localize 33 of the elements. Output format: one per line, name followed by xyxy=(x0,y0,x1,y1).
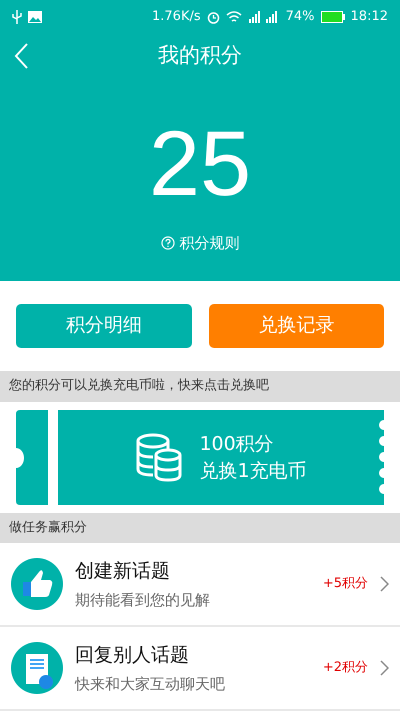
task-title: 回复别人话题 xyxy=(75,642,190,668)
reward-points: +2积分 xyxy=(322,659,368,678)
task-row[interactable]: 回复别人话题 快来和大家互动聊天吧 +2积分 xyxy=(0,627,400,711)
coupon-points: 100积分 xyxy=(199,432,275,457)
help-icon xyxy=(160,236,174,250)
signal-icon xyxy=(248,11,280,23)
usb-icon xyxy=(12,10,22,24)
document-icon xyxy=(11,642,63,694)
task-subtitle: 快来和大家互动聊天吧 xyxy=(75,674,226,695)
task-title: 创建新话题 xyxy=(75,558,171,584)
coupon-reward: 兑换1充电币 xyxy=(199,458,307,484)
coins-icon xyxy=(135,432,184,483)
image-icon xyxy=(28,11,42,23)
tab-button[interactable]: 积分明细 xyxy=(16,304,192,348)
points-rules-link[interactable]: 积分规则 xyxy=(160,232,240,254)
battery-percent: 74% xyxy=(286,8,315,26)
notice-bar: 您的积分可以兑换充电币啦，快来点击兑换吧 xyxy=(0,370,400,402)
tab-button[interactable]: 兑换记录 xyxy=(208,304,384,348)
page-title: 我的积分 xyxy=(158,42,242,70)
thumbs-up-icon xyxy=(11,558,63,610)
coupon-ticket[interactable] xyxy=(16,410,384,506)
task-subtitle: 期待能看到您的见解 xyxy=(75,590,211,611)
reward-points: +5积分 xyxy=(322,575,368,594)
task-row[interactable]: 创建新话题 期待能看到您的见解 +5积分 xyxy=(0,543,400,627)
clock: 18:12 xyxy=(350,8,388,26)
points-value: 25 xyxy=(148,114,252,214)
battery-icon xyxy=(320,11,345,23)
wifi-icon xyxy=(226,11,242,23)
chevron-right-icon xyxy=(380,576,389,592)
alarm-icon xyxy=(206,10,220,24)
section-header: 做任务赢积分 xyxy=(0,513,400,543)
network-speed: 1.76K/s xyxy=(152,8,201,26)
chevron-right-icon xyxy=(380,660,389,676)
